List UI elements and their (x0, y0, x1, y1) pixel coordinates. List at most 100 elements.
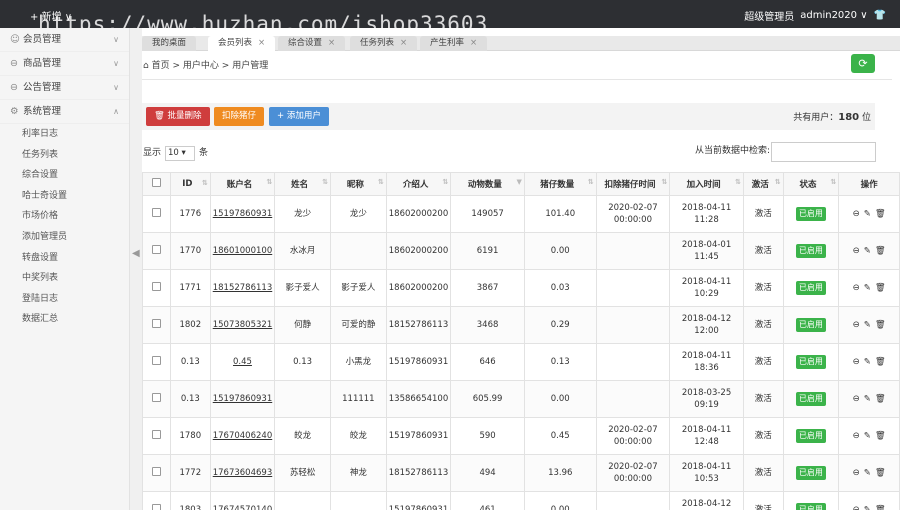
trash-icon[interactable]: 🗑 (875, 283, 886, 293)
col-deduct-time[interactable]: 扣除猪仔时间 ⇅ (595, 172, 671, 196)
status-badge[interactable]: 已启用 (795, 318, 826, 332)
status-badge[interactable]: 已启用 (795, 355, 826, 369)
row-select-cell[interactable] (142, 417, 171, 455)
col-active[interactable]: 激活 ⇅ (742, 172, 784, 196)
sidebar-item-husky-settings[interactable]: 哈士奇设置 (0, 186, 129, 207)
cell-account[interactable]: 15197860931 (209, 380, 276, 418)
minus-circle-icon[interactable]: ⊖ (853, 320, 860, 330)
status-badge[interactable]: 已启用 (795, 466, 826, 480)
row-checkbox[interactable] (151, 466, 161, 476)
deduct-pigs-button[interactable]: 扣除猪仔 (214, 107, 265, 126)
col-id[interactable]: ID ⇅ (169, 172, 211, 196)
col-nickname[interactable]: 昵称 ⇅ (329, 172, 387, 196)
col-referrer[interactable]: 介绍人 ⇅ (385, 172, 452, 196)
sidebar-item-data-summary[interactable]: 数据汇总 (0, 309, 129, 330)
minus-circle-icon[interactable]: ⊖ (853, 468, 860, 478)
cell-account[interactable]: 17670406240 (209, 417, 276, 455)
sidebar-item-market-price[interactable]: 市场价格 (0, 206, 129, 227)
col-status[interactable]: 状态 ⇅ (782, 172, 840, 196)
status-badge[interactable]: 已启用 (795, 503, 826, 510)
pencil-icon[interactable]: ✎ (864, 320, 871, 330)
row-select-cell[interactable] (142, 491, 171, 510)
sidebar-item-login-log[interactable]: 登陆日志 (0, 289, 129, 310)
cell-account[interactable]: 15073805321 (209, 306, 276, 344)
breadcrumb-level1[interactable]: 用户中心 (183, 61, 219, 71)
sidebar-item-winners[interactable]: 中奖列表 (0, 268, 129, 289)
add-user-button[interactable]: + 添加用户 (269, 107, 329, 126)
cell-account[interactable]: 0.45 (209, 343, 276, 381)
status-badge[interactable]: 已启用 (795, 207, 826, 221)
tab-desktop[interactable]: 我的桌面 (142, 36, 197, 51)
row-select-cell[interactable] (142, 232, 171, 270)
row-select-cell[interactable] (142, 195, 171, 233)
row-checkbox[interactable] (151, 207, 161, 217)
minus-circle-icon[interactable]: ⊖ (853, 357, 860, 367)
status-badge[interactable]: 已启用 (795, 244, 826, 258)
sidebar-group-notices[interactable]: ⊖ 公告管理 ∨ (0, 76, 129, 100)
tab-rate[interactable]: 产生利率 × (420, 36, 488, 51)
batch-delete-button[interactable]: 🗑 批量删除 (146, 107, 210, 126)
row-checkbox[interactable] (151, 244, 161, 254)
trash-icon[interactable]: 🗑 (875, 357, 886, 367)
chevron-left-icon[interactable]: ◀ (132, 248, 140, 259)
sidebar-item-wheel-settings[interactable]: 转盘设置 (0, 248, 129, 269)
cell-account[interactable]: 18601000100 (209, 232, 276, 270)
sidebar-item-add-admin[interactable]: 添加管理员 (0, 227, 129, 248)
status-badge[interactable]: 已启用 (795, 429, 826, 443)
pencil-icon[interactable]: ✎ (864, 246, 871, 256)
select-all-cell[interactable] (142, 172, 171, 196)
row-checkbox[interactable] (151, 429, 161, 439)
tab-task-list[interactable]: 任务列表 × (350, 36, 418, 51)
col-pigs[interactable]: 猪仔数量 ⇅ (523, 172, 597, 196)
cell-account[interactable]: 15197860931 (209, 195, 276, 233)
minus-circle-icon[interactable]: ⊖ (853, 394, 860, 404)
row-select-cell[interactable] (142, 306, 171, 344)
trash-icon[interactable]: 🗑 (875, 431, 886, 441)
status-badge[interactable]: 已启用 (795, 281, 826, 295)
trash-icon[interactable]: 🗑 (875, 505, 886, 510)
row-select-cell[interactable] (142, 380, 171, 418)
tab-general-settings[interactable]: 综合设置 × (278, 36, 346, 51)
sidebar-item-rate-log[interactable]: 利率日志 (0, 124, 129, 145)
select-all-checkbox[interactable] (151, 178, 161, 187)
status-badge[interactable]: 已启用 (795, 392, 826, 406)
sidebar-group-members[interactable]: ☺ 会员管理 ∨ (0, 28, 129, 52)
minus-circle-icon[interactable]: ⊖ (853, 209, 860, 219)
minus-circle-icon[interactable]: ⊖ (853, 431, 860, 441)
sidebar-group-system[interactable]: ⚙ 系统管理 ∧ (0, 100, 129, 124)
tshirt-icon[interactable]: 👕 (874, 10, 886, 21)
row-checkbox[interactable] (151, 503, 161, 510)
pencil-icon[interactable]: ✎ (864, 505, 871, 510)
pencil-icon[interactable]: ✎ (864, 394, 871, 404)
col-animals[interactable]: 动物数量 ▼ (450, 172, 525, 196)
tab-member-list[interactable]: 会员列表 × (208, 36, 276, 51)
sidebar-item-general-settings[interactable]: 综合设置 (0, 165, 129, 186)
col-join-time[interactable]: 加入时间 ⇅ (669, 172, 744, 196)
pencil-icon[interactable]: ✎ (864, 468, 871, 478)
row-select-cell[interactable] (142, 454, 171, 492)
cell-account[interactable]: 18152786113 (209, 269, 276, 307)
search-input[interactable] (771, 142, 876, 162)
breadcrumb-home[interactable]: 首页 (152, 61, 170, 71)
page-length-select[interactable]: 10 ▾ (165, 146, 196, 161)
sidebar-splitter[interactable]: ◀ (130, 28, 142, 510)
row-select-cell[interactable] (142, 269, 171, 307)
row-checkbox[interactable] (151, 392, 161, 402)
row-checkbox[interactable] (151, 318, 161, 328)
sidebar-group-products[interactable]: ⊖ 商品管理 ∨ (0, 52, 129, 76)
trash-icon[interactable]: 🗑 (875, 209, 886, 219)
pencil-icon[interactable]: ✎ (864, 431, 871, 441)
minus-circle-icon[interactable]: ⊖ (853, 246, 860, 256)
trash-icon[interactable]: 🗑 (875, 320, 886, 330)
username-menu[interactable]: admin2020 ∨ (800, 10, 867, 21)
pencil-icon[interactable]: ✎ (864, 283, 871, 293)
col-name[interactable]: 姓名 ⇅ (274, 172, 331, 196)
trash-icon[interactable]: 🗑 (875, 246, 886, 256)
pencil-icon[interactable]: ✎ (864, 209, 871, 219)
cell-account[interactable]: 17673604693 (209, 454, 276, 492)
sidebar-item-task-list[interactable]: 任务列表 (0, 145, 129, 166)
row-checkbox[interactable] (151, 355, 161, 365)
minus-circle-icon[interactable]: ⊖ (853, 283, 860, 293)
minus-circle-icon[interactable]: ⊖ (853, 505, 860, 510)
new-menu-button[interactable]: + 新增 ∨ (30, 8, 72, 23)
